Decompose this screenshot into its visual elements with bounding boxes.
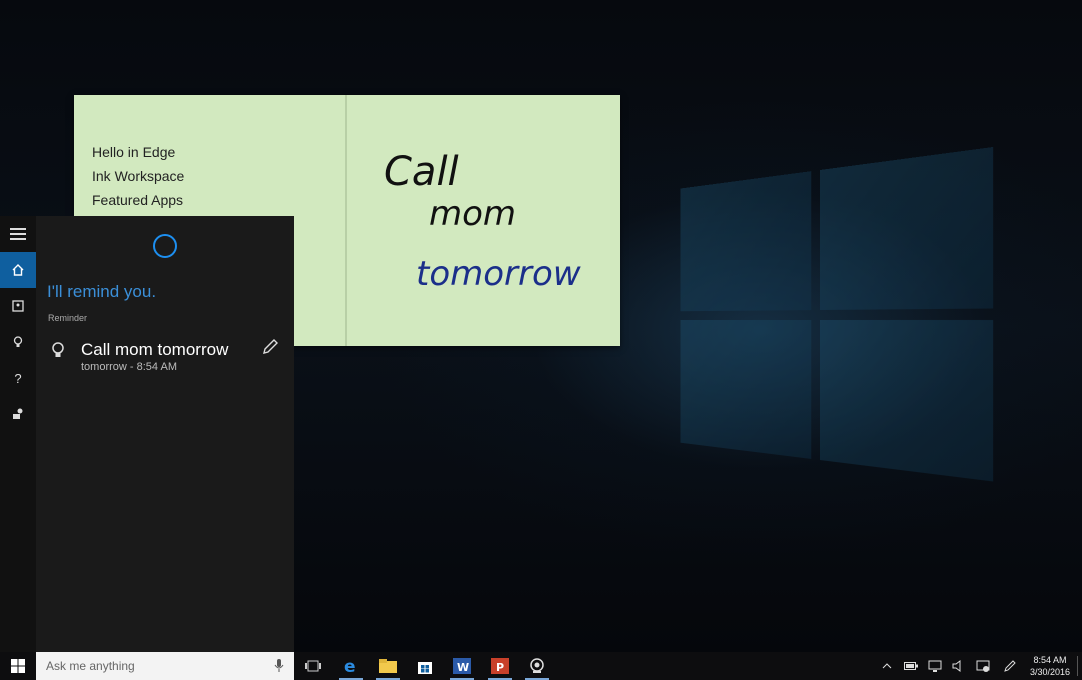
search-input[interactable] [44, 658, 268, 674]
edge-icon[interactable]: e [333, 652, 369, 680]
volume-icon[interactable] [947, 652, 971, 680]
ink-line-call: Call [384, 149, 459, 195]
lightbulb-icon [52, 342, 64, 357]
reminder-title: Call mom tomorrow [81, 340, 229, 359]
sticky-list-item: Ink Workspace [92, 168, 185, 184]
task-view-icon[interactable] [295, 652, 331, 680]
reminder-item[interactable]: Call mom tomorrow tomorrow - 8:54 AM [48, 336, 284, 376]
word-icon[interactable]: W [444, 652, 480, 680]
windows-ink-pen-icon[interactable] [998, 652, 1022, 680]
battery-icon[interactable] [899, 652, 923, 680]
reminder-time: tomorrow - 8:54 AM [81, 361, 177, 373]
start-button[interactable] [0, 652, 36, 680]
system-clock[interactable]: 8:54 AM 3/30/2016 [1024, 654, 1076, 678]
cortana-panel: ? I'll remind you. Reminder Call mom tom… [0, 216, 294, 652]
sticky-list-item: Hello in Edge [92, 144, 176, 160]
camera-icon[interactable] [519, 652, 555, 680]
svg-text:e: e [344, 657, 356, 675]
show-hidden-icons-chevron-icon[interactable] [875, 652, 899, 680]
show-desktop-button[interactable] [1077, 656, 1078, 676]
windows-logo-icon [11, 659, 25, 673]
sticky-list-item: Featured Apps [92, 192, 184, 208]
notebook-icon[interactable] [0, 288, 36, 324]
section-label: Reminder [48, 313, 88, 323]
ink-line-tomorrow: tomorrow [416, 254, 581, 294]
sticky-note-list: Hello in Edge Ink Workspace Featured App… [92, 140, 184, 212]
svg-text:W: W [457, 661, 469, 674]
store-icon[interactable] [407, 652, 443, 680]
reminders-lightbulb-icon[interactable] [0, 324, 36, 360]
cortana-heading: I'll remind you. [47, 282, 157, 301]
sticky-divider [345, 95, 347, 346]
ink-line-mom: mom [429, 194, 516, 234]
svg-text:P: P [496, 661, 504, 674]
cortana-search-box[interactable] [36, 652, 294, 680]
cortana-ring-icon [153, 234, 177, 258]
handwritten-ink: Call mom tomorrow [384, 149, 581, 294]
taskbar: e W P 8:54 AM 3/30/2016 [0, 652, 1082, 680]
help-icon[interactable]: ? [0, 360, 36, 396]
file-explorer-icon[interactable] [370, 652, 406, 680]
edit-pencil-icon[interactable] [261, 338, 279, 356]
action-center-icon[interactable] [971, 652, 995, 680]
microphone-icon[interactable] [274, 659, 284, 673]
cortana-rail: ? [0, 216, 36, 652]
feedback-icon[interactable] [0, 396, 36, 432]
powerpoint-icon[interactable]: P [482, 652, 518, 680]
clock-date: 3/30/2016 [1029, 667, 1071, 677]
hamburger-menu-icon[interactable] [0, 216, 36, 252]
clock-time: 8:54 AM [1033, 655, 1067, 665]
home-icon[interactable] [0, 252, 36, 288]
network-icon[interactable] [923, 652, 947, 680]
windows-wallpaper-logo [680, 145, 1005, 494]
